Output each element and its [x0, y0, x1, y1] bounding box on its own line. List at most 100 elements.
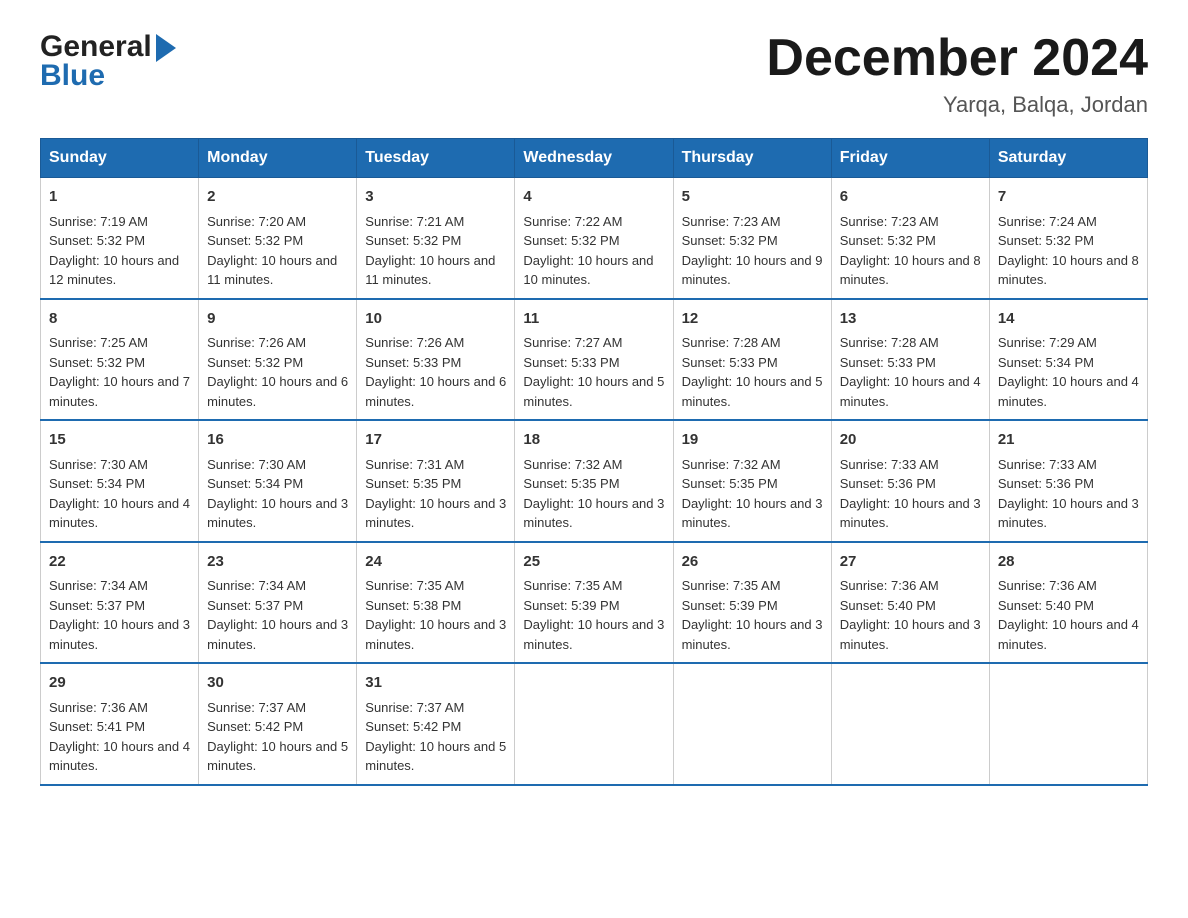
sunset-label: Sunset: 5:32 PM: [207, 355, 303, 370]
day-number: 20: [840, 429, 981, 452]
table-row: 13Sunrise: 7:28 AMSunset: 5:33 PMDayligh…: [831, 299, 989, 421]
day-number: 8: [49, 308, 190, 331]
sunrise-label: Sunrise: 7:28 AM: [840, 335, 939, 350]
sunset-label: Sunset: 5:39 PM: [682, 598, 778, 613]
sunrise-label: Sunrise: 7:22 AM: [523, 214, 622, 229]
sunrise-label: Sunrise: 7:37 AM: [365, 700, 464, 715]
day-number: 7: [998, 186, 1139, 209]
table-row: 26 Sunrise: 7:35 AM Sunset: 5:39 PM Dayligh…: [673, 542, 831, 664]
daylight-label: Daylight: 10 hours and 3 minutes.: [682, 617, 823, 652]
table-row: 4Sunrise: 7:22 AMSunset: 5:32 PMDaylight…: [515, 178, 673, 299]
sunrise-label: Sunrise: 7:30 AM: [49, 457, 148, 472]
table-row: 31Sunrise: 7:37 AMSunset: 5:42 PMDayligh…: [357, 663, 515, 785]
day-number: 9: [207, 308, 348, 331]
sunset-label: Sunset: 5:41 PM: [49, 719, 145, 734]
daylight-label: Daylight: 10 hours and 4 minutes.: [998, 374, 1139, 409]
sunset-label: Sunset: 5:32 PM: [998, 233, 1094, 248]
daylight-label: Daylight: 10 hours and 12 minutes.: [49, 253, 179, 288]
table-row: 14Sunrise: 7:29 AMSunset: 5:34 PMDayligh…: [989, 299, 1147, 421]
day-number: 28: [998, 551, 1139, 574]
daylight-label: Daylight: 10 hours and 6 minutes.: [207, 374, 348, 409]
sunrise-label: Sunrise: 7:36 AM: [998, 578, 1097, 593]
table-row: 27Sunrise: 7:36 AMSunset: 5:40 PMDayligh…: [831, 542, 989, 664]
col-monday: Monday: [199, 139, 357, 178]
table-row: 9 Sunrise: 7:26 AM Sunset: 5:32 PM Daylight…: [199, 299, 357, 421]
table-row: 28Sunrise: 7:36 AMSunset: 5:40 PMDayligh…: [989, 542, 1147, 664]
sunrise-label: Sunrise: 7:34 AM: [207, 578, 306, 593]
sunset-label: Sunset: 5:38 PM: [365, 598, 461, 613]
daylight-label: Daylight: 10 hours and 3 minutes.: [207, 617, 348, 652]
daylight-label: Daylight: 10 hours and 5 minutes.: [365, 739, 506, 774]
sunrise-label: Sunrise: 7:34 AM: [49, 578, 148, 593]
table-row: 25Sunrise: 7:35 AMSunset: 5:39 PMDayligh…: [515, 542, 673, 664]
page-subtitle: Yarqa, Balqa, Jordan: [766, 92, 1148, 118]
daylight-label: Daylight: 10 hours and 3 minutes.: [523, 496, 664, 531]
sunrise-label: Sunrise: 7:33 AM: [998, 457, 1097, 472]
sunrise-label: Sunrise: 7:35 AM: [365, 578, 464, 593]
sunset-label: Sunset: 5:34 PM: [998, 355, 1094, 370]
day-number: 23: [207, 551, 348, 574]
sunset-label: Sunset: 5:36 PM: [998, 476, 1094, 491]
sunset-label: Sunset: 5:32 PM: [682, 233, 778, 248]
logo-arrow-icon: [156, 34, 176, 62]
sunrise-label: Sunrise: 7:36 AM: [840, 578, 939, 593]
day-number: 21: [998, 429, 1139, 452]
day-number: 26: [682, 551, 823, 574]
daylight-label: Daylight: 10 hours and 6 minutes.: [365, 374, 506, 409]
col-sunday: Sunday: [41, 139, 199, 178]
daylight-label: Daylight: 10 hours and 3 minutes.: [523, 617, 664, 652]
sunrise-label: Sunrise: 7:20 AM: [207, 214, 306, 229]
sunrise-label: Sunrise: 7:33 AM: [840, 457, 939, 472]
sunset-label: Sunset: 5:32 PM: [49, 233, 145, 248]
table-row: 12Sunrise: 7:28 AMSunset: 5:33 PMDayligh…: [673, 299, 831, 421]
table-row: 15Sunrise: 7:30 AMSunset: 5:34 PMDayligh…: [41, 420, 199, 542]
table-row: 5Sunrise: 7:23 AMSunset: 5:32 PMDaylight…: [673, 178, 831, 299]
sunset-label: Sunset: 5:32 PM: [365, 233, 461, 248]
day-number: 4: [523, 186, 664, 209]
sunset-label: Sunset: 5:33 PM: [523, 355, 619, 370]
daylight-label: Daylight: 10 hours and 3 minutes.: [207, 496, 348, 531]
daylight-label: Daylight: 10 hours and 11 minutes.: [207, 253, 337, 288]
day-number: 19: [682, 429, 823, 452]
daylight-label: Daylight: 10 hours and 3 minutes.: [998, 496, 1139, 531]
daylight-label: Daylight: 10 hours and 3 minutes.: [365, 617, 506, 652]
daylight-label: Daylight: 10 hours and 3 minutes.: [682, 496, 823, 531]
day-number: 5: [682, 186, 823, 209]
day-number: 16: [207, 429, 348, 452]
sunset-label: Sunset: 5:32 PM: [207, 233, 303, 248]
daylight-label: Daylight: 10 hours and 5 minutes.: [682, 374, 823, 409]
daylight-label: Daylight: 10 hours and 7 minutes.: [49, 374, 190, 409]
table-row: 29Sunrise: 7:36 AMSunset: 5:41 PMDayligh…: [41, 663, 199, 785]
sunrise-label: Sunrise: 7:36 AM: [49, 700, 148, 715]
calendar-table: Sunday Monday Tuesday Wednesday Thursday…: [40, 138, 1148, 786]
table-row: 23Sunrise: 7:34 AMSunset: 5:37 PMDayligh…: [199, 542, 357, 664]
sunset-label: Sunset: 5:33 PM: [365, 355, 461, 370]
day-number: 15: [49, 429, 190, 452]
daylight-label: Daylight: 10 hours and 3 minutes.: [365, 496, 506, 531]
table-row: 24Sunrise: 7:35 AMSunset: 5:38 PMDayligh…: [357, 542, 515, 664]
day-number: 14: [998, 308, 1139, 331]
sunset-label: Sunset: 5:33 PM: [682, 355, 778, 370]
col-thursday: Thursday: [673, 139, 831, 178]
daylight-label: Daylight: 10 hours and 5 minutes.: [523, 374, 664, 409]
table-row: [989, 663, 1147, 785]
sunset-label: Sunset: 5:35 PM: [682, 476, 778, 491]
sunrise-label: Sunrise: 7:35 AM: [682, 578, 781, 593]
sunrise-label: Sunrise: 7:26 AM: [207, 335, 306, 350]
page-header: General Blue December 2024 Yarqa, Balqa,…: [40, 30, 1148, 118]
table-row: [831, 663, 989, 785]
daylight-label: Daylight: 10 hours and 11 minutes.: [365, 253, 495, 288]
daylight-label: Daylight: 10 hours and 10 minutes.: [523, 253, 653, 288]
day-number: 18: [523, 429, 664, 452]
sunrise-label: Sunrise: 7:32 AM: [682, 457, 781, 472]
calendar-body: 1Sunrise: 7:19 AMSunset: 5:32 PMDaylight…: [41, 178, 1148, 785]
sunrise-label: Sunrise: 7:31 AM: [365, 457, 464, 472]
table-row: 22Sunrise: 7:34 AMSunset: 5:37 PMDayligh…: [41, 542, 199, 664]
col-saturday: Saturday: [989, 139, 1147, 178]
daylight-label: Daylight: 10 hours and 9 minutes.: [682, 253, 823, 288]
sunset-label: Sunset: 5:42 PM: [207, 719, 303, 734]
table-row: 30Sunrise: 7:37 AMSunset: 5:42 PMDayligh…: [199, 663, 357, 785]
sunrise-label: Sunrise: 7:24 AM: [998, 214, 1097, 229]
sunrise-label: Sunrise: 7:27 AM: [523, 335, 622, 350]
day-number: 30: [207, 672, 348, 695]
